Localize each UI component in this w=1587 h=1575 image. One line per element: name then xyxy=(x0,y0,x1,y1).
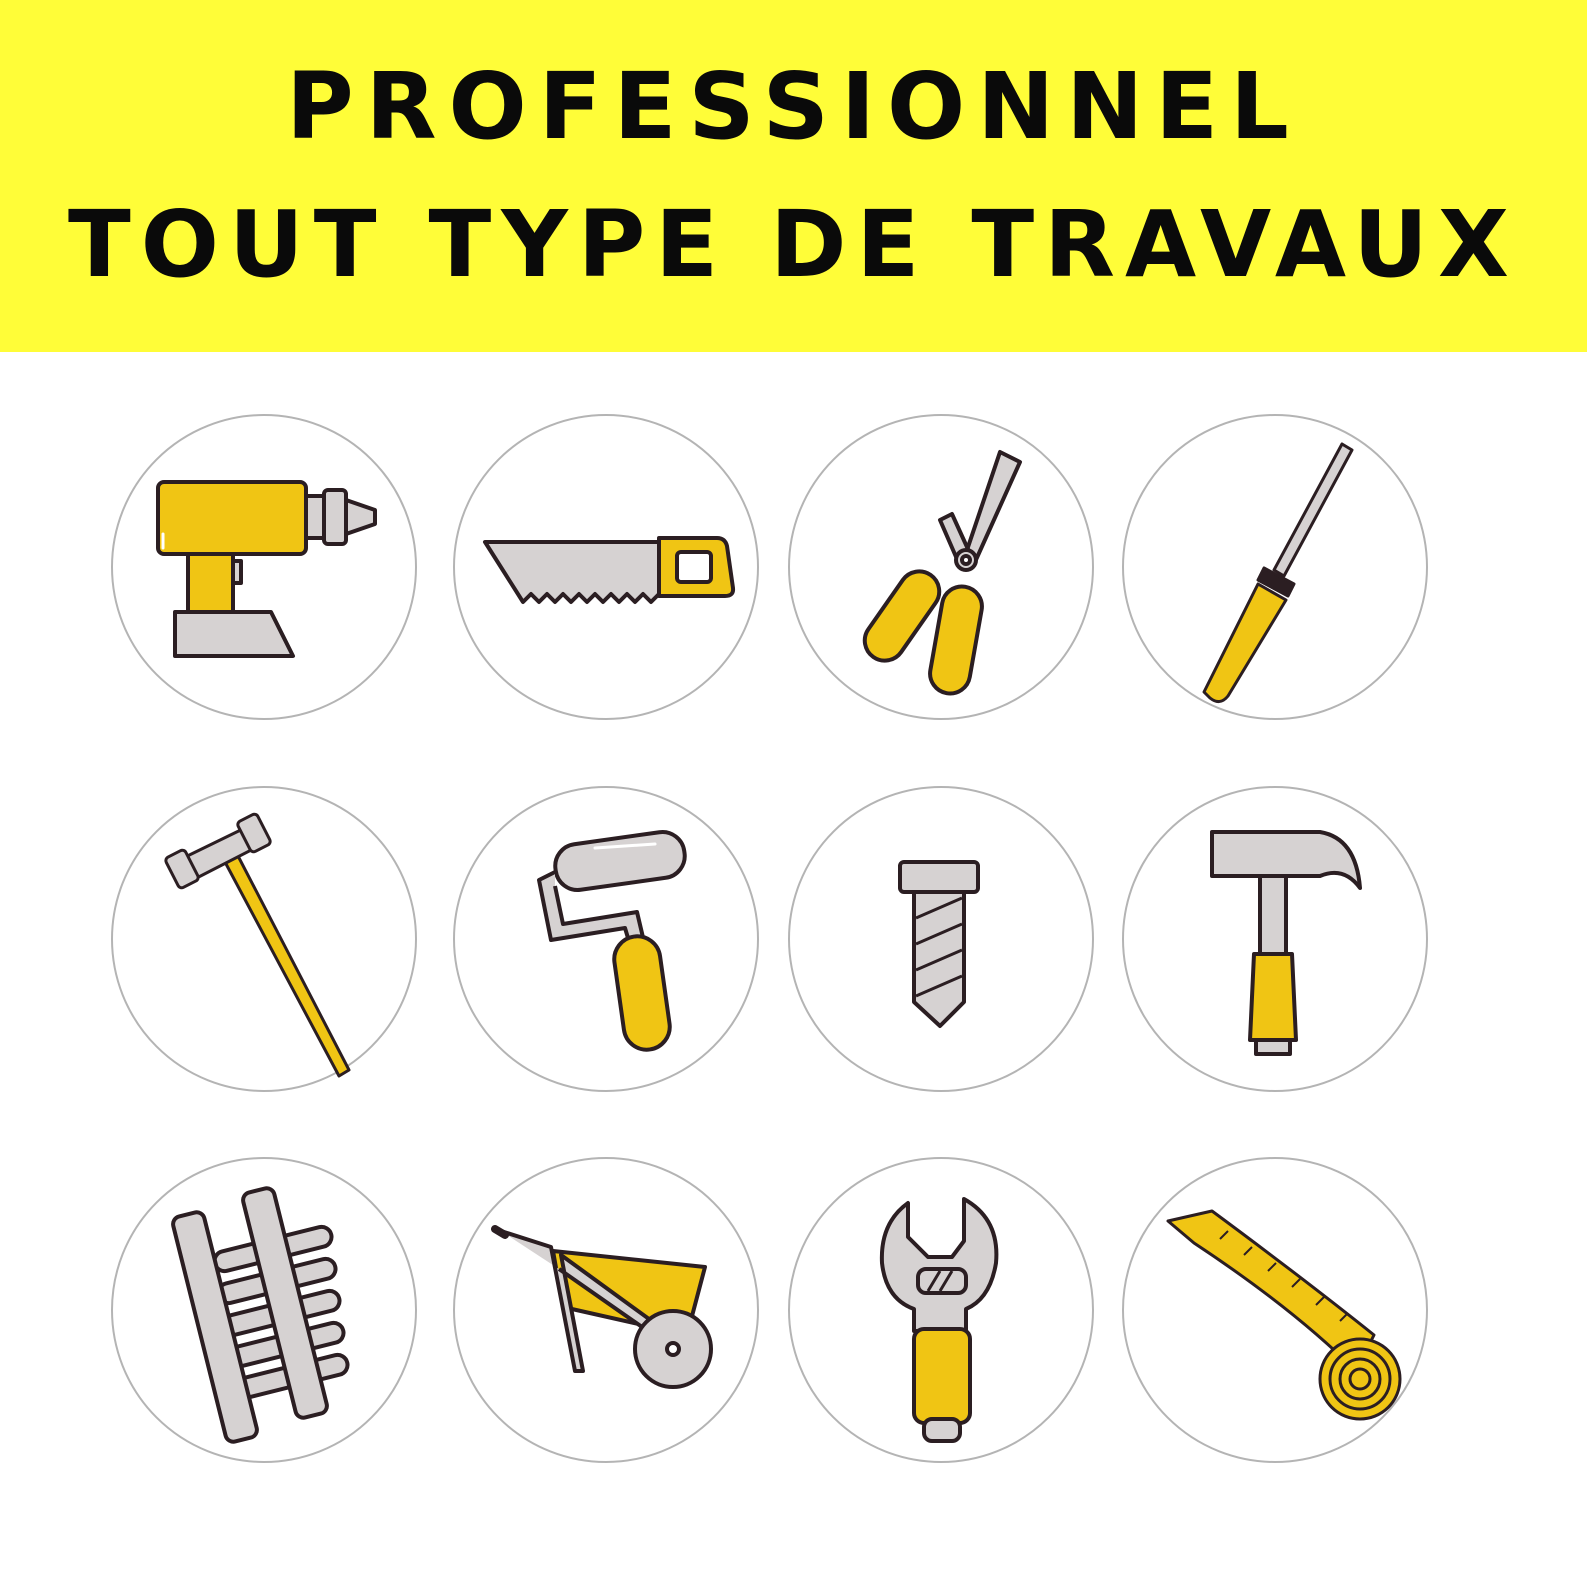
tape-measure-tile xyxy=(1122,1157,1428,1463)
banner-title-line2: TOUT TYPE DE TRAVAUX xyxy=(68,191,1519,298)
wheelbarrow-icon xyxy=(491,1225,713,1389)
saw-icon xyxy=(483,536,736,604)
sledgehammer-tile xyxy=(111,786,417,1092)
ladder-icon xyxy=(171,1186,350,1444)
ladder-tile xyxy=(111,1157,417,1463)
wrench-icon xyxy=(879,1197,999,1443)
banner-title-line1: PROFESSIONNEL xyxy=(286,53,1301,160)
paint-roller-tile xyxy=(453,786,759,1092)
pliers-tile xyxy=(788,414,1094,720)
paint-roller-icon xyxy=(537,830,687,1052)
sledgehammer-icon xyxy=(164,812,351,1078)
screwdriver-tile xyxy=(1122,414,1428,720)
wheelbarrow-tile xyxy=(453,1157,759,1463)
screwdriver-icon xyxy=(1202,442,1354,703)
claw-hammer-icon xyxy=(1210,830,1362,1056)
drill-tile xyxy=(111,414,417,720)
header-banner: PROFESSIONNEL TOUT TYPE DE TRAVAUX xyxy=(0,0,1587,352)
screw-icon xyxy=(898,860,980,1028)
saw-tile xyxy=(453,414,759,720)
drill-icon xyxy=(156,480,377,658)
tape-measure-icon xyxy=(1166,1209,1402,1421)
wrench-tile xyxy=(788,1157,1094,1463)
screw-tile xyxy=(788,786,1094,1092)
claw-hammer-tile xyxy=(1122,786,1428,1092)
pliers-icon xyxy=(862,450,1022,696)
